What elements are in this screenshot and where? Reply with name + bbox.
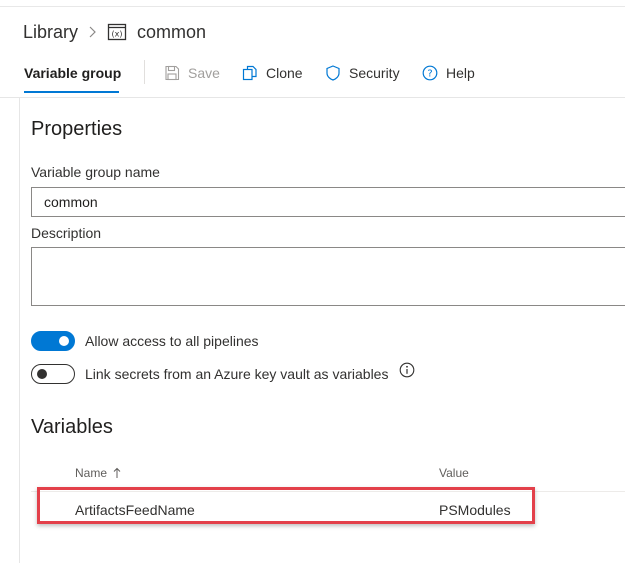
link-secrets-row: Link secrets from an Azure key vault as … bbox=[31, 364, 388, 384]
security-label: Security bbox=[349, 65, 400, 81]
svg-text:?: ? bbox=[427, 69, 432, 80]
tab-variable-group[interactable]: Variable group bbox=[24, 64, 121, 94]
chevron-right-icon bbox=[89, 26, 96, 38]
breadcrumb-current: common bbox=[137, 21, 207, 42]
help-circle-icon: ? bbox=[422, 65, 438, 81]
help-button[interactable]: ? Help bbox=[422, 63, 475, 83]
variable-group-icon: (x) bbox=[107, 23, 127, 41]
variables-heading: Variables bbox=[31, 416, 113, 438]
security-button[interactable]: Security bbox=[325, 63, 400, 83]
svg-text:(x): (x) bbox=[112, 30, 123, 39]
help-label: Help bbox=[446, 65, 475, 81]
link-secrets-toggle[interactable] bbox=[31, 364, 75, 384]
variable-group-name-label: Variable group name bbox=[31, 164, 160, 180]
allow-access-label: Allow access to all pipelines bbox=[85, 333, 259, 349]
toggle-knob bbox=[37, 369, 47, 379]
save-button[interactable]: Save bbox=[164, 63, 220, 83]
link-secrets-label: Link secrets from an Azure key vault as … bbox=[85, 366, 389, 382]
allow-access-toggle[interactable] bbox=[31, 331, 75, 351]
info-icon[interactable] bbox=[399, 362, 415, 378]
tab-selected-indicator bbox=[24, 91, 119, 93]
column-header-value-label: Value bbox=[439, 466, 469, 480]
arrow-up-icon bbox=[113, 467, 121, 478]
column-header-name[interactable]: Name bbox=[75, 466, 121, 480]
column-header-value[interactable]: Value bbox=[439, 466, 469, 480]
properties-heading: Properties bbox=[31, 118, 123, 140]
top-divider bbox=[0, 6, 625, 7]
column-header-name-label: Name bbox=[75, 466, 108, 480]
clone-icon bbox=[242, 65, 257, 81]
description-input[interactable] bbox=[31, 247, 625, 306]
toolbar-divider bbox=[0, 97, 625, 98]
clone-label: Clone bbox=[266, 65, 303, 81]
variable-group-name-input[interactable] bbox=[31, 187, 625, 217]
breadcrumb: Library (x) common bbox=[23, 20, 206, 44]
tab-label: Variable group bbox=[24, 65, 122, 81]
allow-access-row: Allow access to all pipelines bbox=[31, 331, 259, 351]
breadcrumb-library-link[interactable]: Library bbox=[23, 22, 78, 43]
highlight-annotation-box bbox=[37, 487, 535, 524]
clone-button[interactable]: Clone bbox=[242, 63, 303, 83]
toolbar-separator bbox=[144, 60, 145, 84]
left-border bbox=[19, 97, 20, 563]
save-icon bbox=[165, 65, 180, 81]
shield-icon bbox=[326, 65, 340, 81]
toggle-knob bbox=[59, 336, 69, 346]
save-label: Save bbox=[188, 65, 220, 81]
description-label: Description bbox=[31, 225, 102, 241]
